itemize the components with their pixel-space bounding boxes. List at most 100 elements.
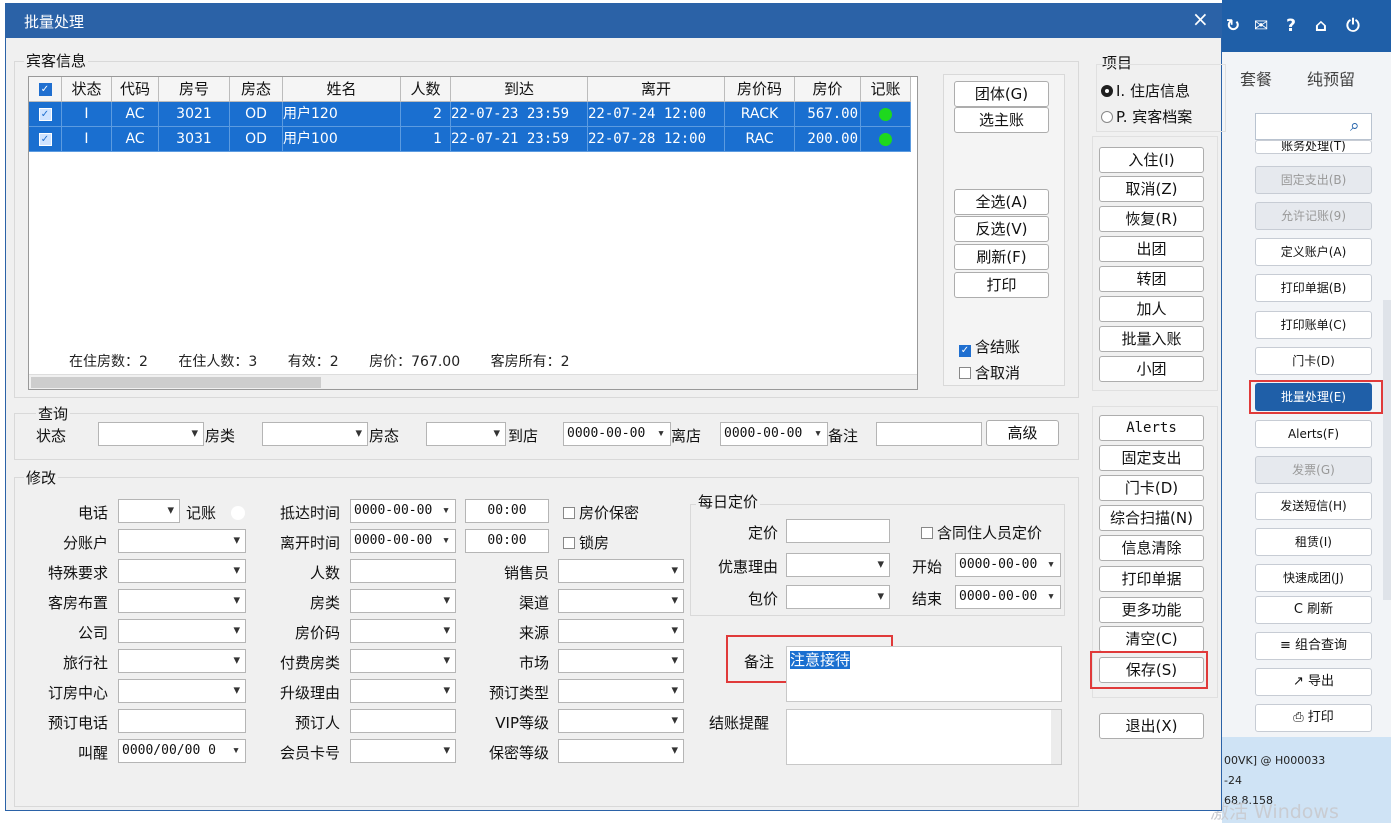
header-status[interactable]: 状态: [62, 77, 112, 102]
paid-room-type-select[interactable]: [350, 649, 456, 673]
print-button[interactable]: 打印: [954, 272, 1049, 298]
cancel-button[interactable]: 取消(Z): [1099, 176, 1204, 202]
row-checkbox[interactable]: ✓: [29, 102, 62, 127]
depart-hm-input[interactable]: 00:00: [465, 529, 549, 553]
channel-select[interactable]: [558, 589, 684, 613]
grid-horizontal-scrollbar[interactable]: [29, 374, 917, 389]
company-select[interactable]: [118, 619, 246, 643]
fixed-expense-button[interactable]: 固定支出: [1099, 445, 1204, 471]
query-room-status-select[interactable]: [426, 422, 506, 446]
alerts-button[interactable]: Alerts: [1099, 415, 1204, 441]
wakeup-input[interactable]: 0000/00/00 0: [118, 739, 246, 763]
option-profile-radio[interactable]: P. 宾客档案: [1101, 106, 1192, 127]
add-person-button[interactable]: 加人: [1099, 296, 1204, 322]
close-icon[interactable]: ×: [1192, 7, 1209, 31]
sub-account-select[interactable]: [118, 529, 246, 553]
header-arrive[interactable]: 到达: [451, 77, 588, 102]
rate-code-select[interactable]: [350, 619, 456, 643]
help-icon[interactable]: ?: [1280, 15, 1302, 37]
scrollbar-thumb[interactable]: [31, 377, 321, 388]
include-cohabitant-checkbox[interactable]: 含同住人员定价: [921, 522, 1042, 543]
booker-input[interactable]: [350, 709, 456, 733]
lock-room-checkbox[interactable]: 锁房: [563, 532, 609, 553]
remark-textarea[interactable]: 注意接待: [786, 646, 1062, 702]
query-arrive-date[interactable]: 0000-00-00: [563, 422, 671, 446]
side-button-define-account[interactable]: 定义账户(A): [1255, 238, 1372, 266]
side-button-accounting[interactable]: 账务处理(T): [1255, 140, 1372, 154]
side-button-alerts[interactable]: Alerts(F): [1255, 420, 1372, 448]
special-request-select[interactable]: [118, 559, 246, 583]
arrive-date-input[interactable]: 0000-00-00: [350, 499, 456, 523]
vip-level-select[interactable]: [558, 709, 684, 733]
restore-button[interactable]: 恢复(R): [1099, 206, 1204, 232]
tab-package[interactable]: 套餐: [1240, 66, 1272, 90]
phone-select[interactable]: [118, 499, 180, 523]
discount-reason-select[interactable]: [786, 553, 890, 577]
invert-selection-button[interactable]: 反选(V): [954, 216, 1049, 242]
query-remark-input[interactable]: [876, 422, 982, 446]
row-checkbox[interactable]: ✓: [29, 127, 62, 152]
background-scrollbar[interactable]: [1383, 300, 1391, 600]
upgrade-reason-select[interactable]: [350, 679, 456, 703]
more-functions-button[interactable]: 更多功能: [1099, 597, 1204, 623]
room-layout-select[interactable]: [118, 589, 246, 613]
header-charge[interactable]: 记账: [861, 77, 911, 102]
side-button-fixed-expense[interactable]: 固定支出(B): [1255, 166, 1372, 194]
booking-center-select[interactable]: [118, 679, 246, 703]
room-type-select[interactable]: [350, 589, 456, 613]
booking-phone-input[interactable]: [118, 709, 246, 733]
refresh-icon[interactable]: ↻: [1222, 15, 1244, 37]
textarea-scrollbar[interactable]: [1051, 710, 1061, 764]
booking-type-select[interactable]: [558, 679, 684, 703]
source-select[interactable]: [558, 619, 684, 643]
agency-select[interactable]: [118, 649, 246, 673]
batch-charge-button[interactable]: 批量入账: [1099, 326, 1204, 352]
header-name[interactable]: 姓名: [283, 77, 401, 102]
market-select[interactable]: [558, 649, 684, 673]
member-card-select[interactable]: [350, 739, 456, 763]
header-select-all-checkbox[interactable]: ✓: [29, 77, 62, 102]
depart-date-input[interactable]: 0000-00-00: [350, 529, 456, 553]
table-row[interactable]: ✓ I AC 3031 OD 用户100 1 22-07-21 23:59 22…: [29, 127, 917, 152]
small-group-button[interactable]: 小团: [1099, 356, 1204, 382]
price-input[interactable]: [786, 519, 890, 543]
checkin-button[interactable]: 入住(I): [1099, 147, 1204, 173]
header-code[interactable]: 代码: [112, 77, 159, 102]
header-rate[interactable]: 房价: [795, 77, 861, 102]
query-status-select[interactable]: [98, 422, 204, 446]
side-button-rent[interactable]: 租赁(I): [1255, 528, 1372, 556]
include-cancelled-checkbox[interactable]: 含取消: [959, 362, 1020, 383]
side-button-send-sms[interactable]: 发送短信(H): [1255, 492, 1372, 520]
door-card-button[interactable]: 门卡(D): [1099, 475, 1204, 501]
side-button-door-card[interactable]: 门卡(D): [1255, 347, 1372, 375]
select-all-button[interactable]: 全选(A): [954, 189, 1049, 215]
leave-group-button[interactable]: 出团: [1099, 236, 1204, 262]
checkout-reminder-textarea[interactable]: [786, 709, 1062, 765]
tab-reserve[interactable]: 纯预留: [1307, 66, 1355, 90]
side-button-export[interactable]: ↗ 导出: [1255, 668, 1372, 696]
table-row[interactable]: ✓ I AC 3021 OD 用户120 2 22-07-23 23:59 22…: [29, 102, 917, 127]
exit-button[interactable]: 退出(X): [1099, 713, 1204, 739]
charge-indicator[interactable]: [231, 506, 245, 520]
include-settled-checkbox[interactable]: ✓ 含结账: [959, 336, 1020, 357]
side-button-invoice[interactable]: 发票(G): [1255, 456, 1372, 484]
side-button-print-voucher[interactable]: 打印单据(B): [1255, 274, 1372, 302]
print-voucher-button[interactable]: 打印单据: [1099, 566, 1204, 592]
side-button-print[interactable]: ⎙ 打印: [1255, 704, 1372, 732]
header-room-no[interactable]: 房号: [159, 77, 230, 102]
advanced-button[interactable]: 高级: [986, 420, 1059, 446]
clear-button[interactable]: 清空(C): [1099, 626, 1204, 652]
rate-secret-checkbox[interactable]: 房价保密: [563, 502, 639, 523]
arrive-hm-input[interactable]: 00:00: [465, 499, 549, 523]
side-button-allow-charge[interactable]: 允许记账(9): [1255, 202, 1372, 230]
refresh-button[interactable]: 刷新(F): [954, 244, 1049, 270]
transfer-group-button[interactable]: 转团: [1099, 266, 1204, 292]
header-room-status[interactable]: 房态: [230, 77, 283, 102]
group-button[interactable]: 团体(G): [954, 81, 1049, 107]
side-button-combined-query[interactable]: ≡ 组合查询: [1255, 632, 1372, 660]
main-account-button[interactable]: 选主账: [954, 107, 1049, 133]
query-room-type-select[interactable]: [262, 422, 368, 446]
end-date-input[interactable]: 0000-00-00: [955, 585, 1061, 609]
power-icon[interactable]: ⏻: [1342, 15, 1364, 37]
mail-icon[interactable]: ✉: [1250, 15, 1272, 37]
